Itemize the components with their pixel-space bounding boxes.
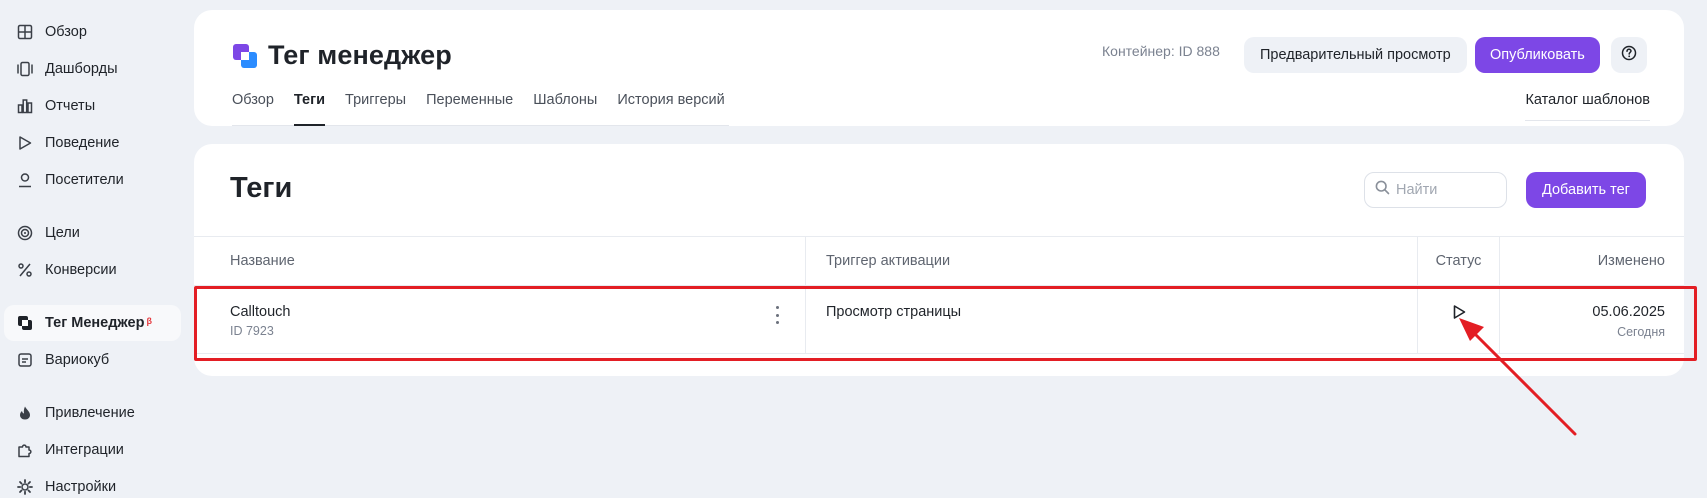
- tags-card: Теги Добавить тег Название Триггер актив…: [194, 144, 1684, 376]
- status-cell: [1418, 286, 1500, 353]
- tag-id: ID 7923: [230, 324, 274, 338]
- publish-button[interactable]: Опубликовать: [1475, 37, 1600, 73]
- sidebar-item-integrations[interactable]: Интеграции: [4, 432, 181, 468]
- modified-cell: 05.06.2025 Сегодня: [1500, 286, 1684, 353]
- sidebar-item-settings[interactable]: Настройки: [4, 469, 181, 498]
- more-menu-icon[interactable]: [771, 306, 783, 324]
- sidebar-item-behavior[interactable]: Поведение: [4, 125, 181, 161]
- play-icon[interactable]: [1451, 304, 1467, 325]
- target-icon: [15, 223, 35, 243]
- tab-version-history[interactable]: История версий: [617, 90, 724, 125]
- sidebar-item-variocube[interactable]: Вариокуб: [4, 342, 181, 378]
- percent-icon: [15, 260, 35, 280]
- tag-name-cell: Calltouch ID 7923: [194, 286, 806, 353]
- tab-overview[interactable]: Обзор: [232, 90, 274, 125]
- search-box[interactable]: [1364, 172, 1507, 208]
- tab-templates[interactable]: Шаблоны: [533, 90, 597, 125]
- sidebar-item-label: Тег Менеджер: [45, 315, 145, 331]
- column-header-name[interactable]: Название: [194, 237, 806, 285]
- brand: Тег менеджер: [232, 40, 452, 71]
- trigger-cell: Просмотр страницы: [806, 286, 1418, 353]
- sidebar-item-label: Конверсии: [45, 262, 117, 278]
- container-id: Контейнер: ID 888: [1102, 43, 1220, 59]
- sidebar-item-tag-manager[interactable]: Тег Менеджер β: [4, 305, 181, 341]
- sidebar-item-label: Обзор: [45, 24, 87, 40]
- table-header: Название Триггер активации Статус Измене…: [194, 236, 1684, 285]
- bar-chart-icon: [15, 96, 35, 116]
- sidebar-item-label: Поведение: [45, 135, 120, 151]
- tab-tags[interactable]: Теги: [293, 90, 326, 126]
- beta-badge: β: [146, 316, 152, 326]
- column-header-status[interactable]: Статус: [1418, 237, 1500, 285]
- sidebar-item-label: Настройки: [45, 479, 117, 495]
- tags-table: Название Триггер активации Статус Измене…: [194, 236, 1684, 354]
- sidebar-item-label: Отчеты: [45, 98, 96, 114]
- modified-date: 05.06.2025: [1592, 304, 1665, 320]
- sidebar-item-label: Интеграции: [45, 442, 124, 458]
- sidebar: Обзор Дашборды Отчеты Поведение Посетите…: [0, 0, 185, 498]
- sidebar-item-label: Цели: [45, 225, 80, 241]
- sidebar-item-label: Вариокуб: [45, 352, 110, 368]
- table-row[interactable]: Calltouch ID 7923 Просмотр страницы 05.0…: [194, 285, 1684, 354]
- flame-icon: [15, 403, 35, 423]
- sidebar-item-label: Дашборды: [45, 61, 118, 77]
- tag-manager-logo-icon: [232, 43, 258, 69]
- column-header-trigger[interactable]: Триггер активации: [806, 237, 1418, 285]
- sidebar-item-acquisition[interactable]: Привлечение: [4, 395, 181, 431]
- gear-icon: [15, 477, 35, 497]
- puzzle-icon: [15, 440, 35, 460]
- tab-triggers[interactable]: Триггеры: [345, 90, 406, 125]
- sidebar-item-reports[interactable]: Отчеты: [4, 88, 181, 124]
- modified-relative: Сегодня: [1617, 325, 1665, 339]
- column-header-modified[interactable]: Изменено: [1500, 237, 1684, 285]
- search-icon: [1375, 180, 1390, 200]
- grid-icon: [15, 22, 35, 42]
- tag-name[interactable]: Calltouch: [230, 304, 805, 320]
- tab-variables[interactable]: Переменные: [426, 90, 513, 125]
- sidebar-item-overview[interactable]: Обзор: [4, 14, 181, 50]
- template-catalog-link[interactable]: Каталог шаблонов: [1525, 92, 1650, 121]
- variocube-icon: [15, 350, 35, 370]
- help-button[interactable]: [1611, 37, 1647, 73]
- add-tag-button[interactable]: Добавить тег: [1526, 172, 1646, 208]
- trigger-name[interactable]: Просмотр страницы: [826, 304, 1417, 320]
- app-title: Тег менеджер: [268, 40, 452, 70]
- search-input[interactable]: [1396, 182, 1496, 198]
- question-circle-icon: [1621, 45, 1637, 66]
- sidebar-item-goals[interactable]: Цели: [4, 215, 181, 251]
- sidebar-item-visitors[interactable]: Посетители: [4, 162, 181, 198]
- page-title: Теги: [230, 172, 293, 204]
- sidebar-item-label: Привлечение: [45, 405, 135, 421]
- play-icon: [15, 133, 35, 153]
- sidebar-item-dashboards[interactable]: Дашборды: [4, 51, 181, 87]
- user-icon: [15, 170, 35, 190]
- header-card: Тег менеджер Контейнер: ID 888 Предварит…: [194, 10, 1684, 126]
- sidebar-item-label: Посетители: [45, 172, 124, 188]
- sidebar-item-conversions[interactable]: Конверсии: [4, 252, 181, 288]
- dashboards-icon: [15, 59, 35, 79]
- tag-manager-icon: [15, 313, 35, 333]
- tabs: Обзор Теги Триггеры Переменные Шаблоны И…: [232, 90, 729, 126]
- preview-button[interactable]: Предварительный просмотр: [1244, 37, 1467, 73]
